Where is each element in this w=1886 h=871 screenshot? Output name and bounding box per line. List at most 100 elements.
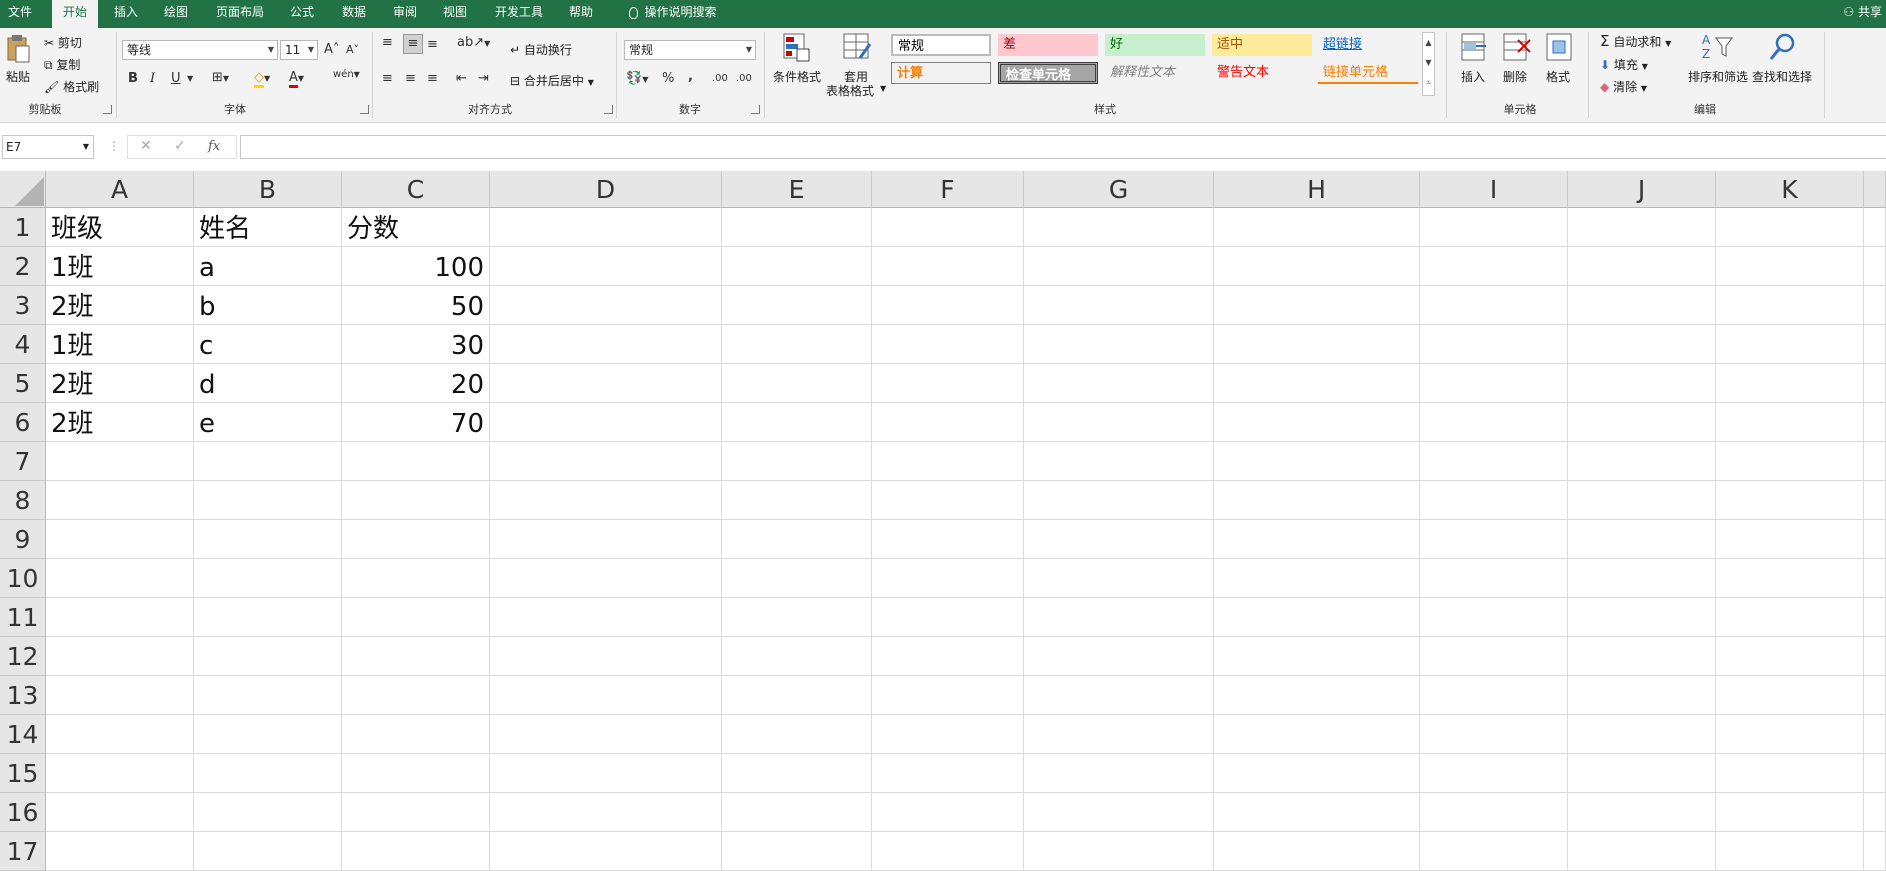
align-middle-icon[interactable]: ≡ <box>403 34 423 54</box>
cell-b7[interactable] <box>194 442 342 481</box>
insert-function-icon[interactable]: fx <box>208 139 220 154</box>
cell-c9[interactable] <box>342 520 490 559</box>
cell-j6[interactable] <box>1568 403 1716 442</box>
number-launcher[interactable] <box>751 105 760 114</box>
format-cells-button[interactable] <box>1545 32 1575 66</box>
tab-insert[interactable]: 插入 <box>108 0 144 28</box>
cell-j1[interactable] <box>1568 208 1716 247</box>
cell-h3[interactable] <box>1214 286 1420 325</box>
cell-e11[interactable] <box>722 598 872 637</box>
conditional-format-button[interactable] <box>782 32 810 62</box>
column-header-b[interactable]: B <box>194 171 342 208</box>
cell-c13[interactable] <box>342 676 490 715</box>
tab-page-layout[interactable]: 页面布局 <box>210 0 270 28</box>
cell-i6[interactable] <box>1420 403 1568 442</box>
cell-f5[interactable] <box>872 364 1024 403</box>
cell-d13[interactable] <box>490 676 722 715</box>
cell-a14[interactable] <box>46 715 194 754</box>
cell-f14[interactable] <box>872 715 1024 754</box>
cell-e4[interactable] <box>722 325 872 364</box>
cell-b8[interactable] <box>194 481 342 520</box>
cell-j10[interactable] <box>1568 559 1716 598</box>
row-header-14[interactable]: 14 <box>0 715 46 754</box>
cell-i16[interactable] <box>1420 793 1568 832</box>
decrease-indent-icon[interactable]: ⇤ <box>456 70 467 88</box>
cell-b2[interactable]: a <box>194 247 342 286</box>
cell-j8[interactable] <box>1568 481 1716 520</box>
tab-file[interactable]: 文件 <box>0 0 40 28</box>
cell-a15[interactable] <box>46 754 194 793</box>
cell-e1[interactable] <box>722 208 872 247</box>
format-as-table-button[interactable] <box>842 32 872 62</box>
cell-j14[interactable] <box>1568 715 1716 754</box>
autosum-button[interactable]: Σ 自动求和 ▼ <box>1600 32 1671 50</box>
cell-i12[interactable] <box>1420 637 1568 676</box>
cell-g12[interactable] <box>1024 637 1214 676</box>
cell-h4[interactable] <box>1214 325 1420 364</box>
cell-g2[interactable] <box>1024 247 1214 286</box>
cell-b5[interactable]: d <box>194 364 342 403</box>
cell-i4[interactable] <box>1420 325 1568 364</box>
cell-j4[interactable] <box>1568 325 1716 364</box>
column-header-f[interactable]: F <box>872 171 1024 208</box>
row-header-1[interactable]: 1 <box>0 208 46 247</box>
cell-b14[interactable] <box>194 715 342 754</box>
clear-button[interactable]: ◆ 清除 ▼ <box>1600 78 1647 95</box>
cell-g1[interactable] <box>1024 208 1214 247</box>
tab-draw[interactable]: 绘图 <box>158 0 194 28</box>
row-header-8[interactable]: 8 <box>0 481 46 520</box>
cell-h7[interactable] <box>1214 442 1420 481</box>
cell-style-9[interactable]: 链接单元格 <box>1318 62 1418 84</box>
cell-g6[interactable] <box>1024 403 1214 442</box>
shrink-font-button[interactable]: A˅ <box>346 41 359 59</box>
cell-style-1[interactable]: 差 <box>998 34 1098 56</box>
cell-e14[interactable] <box>722 715 872 754</box>
cell-c6[interactable]: 70 <box>342 403 490 442</box>
cell-e10[interactable] <box>722 559 872 598</box>
align-top-icon[interactable]: ≡ <box>382 34 393 52</box>
cell-i11[interactable] <box>1420 598 1568 637</box>
cell-i1[interactable] <box>1420 208 1568 247</box>
cell-j2[interactable] <box>1568 247 1716 286</box>
currency-button[interactable]: 💱▼ <box>626 70 648 89</box>
cell-a7[interactable] <box>46 442 194 481</box>
cell-style-0[interactable]: 常规 <box>891 34 991 56</box>
cell-d10[interactable] <box>490 559 722 598</box>
row-header-16[interactable]: 16 <box>0 793 46 832</box>
cell-h8[interactable] <box>1214 481 1420 520</box>
styles-gallery-scroll[interactable]: ▲ ▼ ⩡ <box>1422 32 1435 96</box>
cell-k6[interactable] <box>1716 403 1864 442</box>
cell-g16[interactable] <box>1024 793 1214 832</box>
italic-button[interactable]: I <box>150 70 155 88</box>
chevron-down-icon[interactable]: ▼ <box>187 70 193 88</box>
cell-i13[interactable] <box>1420 676 1568 715</box>
cell-d12[interactable] <box>490 637 722 676</box>
tell-me-search[interactable]: 操作说明搜索 <box>618 0 728 28</box>
increase-decimal-button[interactable]: .00 <box>712 70 728 88</box>
cell-c12[interactable] <box>342 637 490 676</box>
row-header-13[interactable]: 13 <box>0 676 46 715</box>
cell-e12[interactable] <box>722 637 872 676</box>
cell-c15[interactable] <box>342 754 490 793</box>
cell-a2[interactable]: 1班 <box>46 247 194 286</box>
cell-k8[interactable] <box>1716 481 1864 520</box>
decrease-decimal-button[interactable]: .00 <box>736 70 752 88</box>
cell-d8[interactable] <box>490 481 722 520</box>
cell-k15[interactable] <box>1716 754 1864 793</box>
number-format-combo[interactable]: 常规 ▼ <box>624 40 756 60</box>
cell-f16[interactable] <box>872 793 1024 832</box>
cell-g8[interactable] <box>1024 481 1214 520</box>
align-right-icon[interactable]: ≡ <box>427 70 438 88</box>
cell-c4[interactable]: 30 <box>342 325 490 364</box>
fill-button[interactable]: ⬇ 填充 ▼ <box>1600 56 1648 73</box>
find-select-button[interactable] <box>1768 32 1798 66</box>
cell-k9[interactable] <box>1716 520 1864 559</box>
merge-center-button[interactable]: ⊟ 合并后居中 ▼ <box>510 72 594 89</box>
cell-b16[interactable] <box>194 793 342 832</box>
cell-b4[interactable]: c <box>194 325 342 364</box>
column-header-a[interactable]: A <box>46 171 194 208</box>
cell-d5[interactable] <box>490 364 722 403</box>
cell-h2[interactable] <box>1214 247 1420 286</box>
cell-style-4[interactable]: 超链接 <box>1318 34 1418 56</box>
cell-d15[interactable] <box>490 754 722 793</box>
